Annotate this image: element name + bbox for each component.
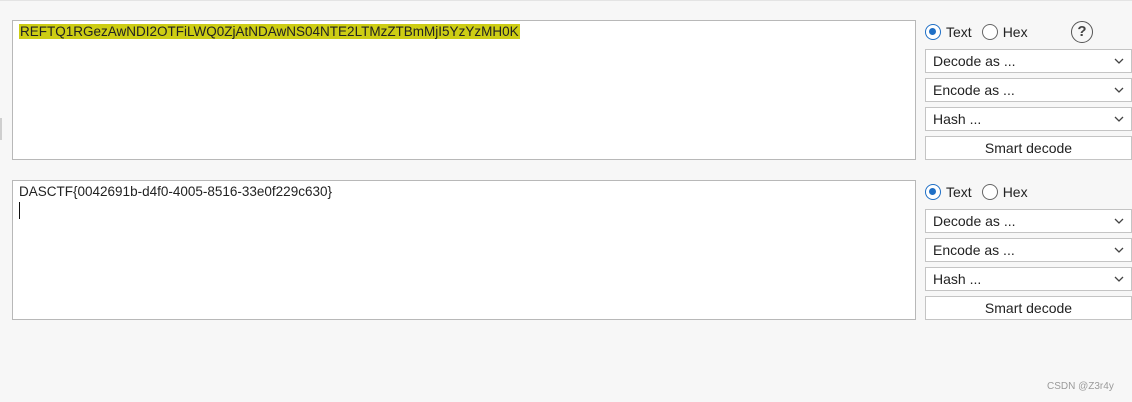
chevron-down-icon: [1114, 247, 1124, 253]
window-top-border: [0, 0, 1132, 1]
hash-label: Hash ...: [933, 271, 982, 287]
smart-decode-button[interactable]: Smart decode: [925, 296, 1132, 320]
hex-radio[interactable]: Hex: [981, 184, 1028, 200]
encode-as-label: Encode as ...: [933, 82, 1015, 98]
smart-decode-button[interactable]: Smart decode: [925, 136, 1132, 160]
decode-as-dropdown[interactable]: Decode as ...: [925, 209, 1132, 233]
chevron-down-icon: [1114, 87, 1124, 93]
encode-as-dropdown[interactable]: Encode as ...: [925, 78, 1132, 102]
text-radio-label: Text: [946, 24, 972, 40]
chevron-down-icon: [1114, 218, 1124, 224]
decoded-text: DASCTF{0042691b-d4f0-4005-8516-33e0f229c…: [19, 184, 332, 199]
text-radio[interactable]: Text: [925, 24, 972, 40]
radio-unchecked-icon: [981, 184, 998, 200]
hex-radio-label: Hex: [1002, 24, 1028, 40]
text-caret: [19, 202, 20, 219]
selected-text[interactable]: REFTQ1RGezAwNDI2OTFiLWQ0ZjAtNDAwNS04NTE2…: [19, 24, 520, 39]
text-radio[interactable]: Text: [925, 184, 972, 200]
encode-as-label: Encode as ...: [933, 242, 1015, 258]
chevron-down-icon: [1114, 276, 1124, 282]
decode-as-label: Decode as ...: [933, 53, 1016, 69]
radio-checked-icon: [925, 24, 941, 40]
radio-checked-icon: [925, 184, 941, 200]
decode-as-label: Decode as ...: [933, 213, 1016, 229]
hex-radio-label: Hex: [1002, 184, 1028, 200]
decode-as-dropdown[interactable]: Decode as ...: [925, 49, 1132, 73]
chevron-down-icon: [1114, 116, 1124, 122]
encode-as-dropdown[interactable]: Encode as ...: [925, 238, 1132, 262]
output-text-area[interactable]: DASCTF{0042691b-d4f0-4005-8516-33e0f229c…: [12, 180, 916, 320]
help-icon[interactable]: ?: [1071, 21, 1093, 43]
format-radio-group: Text Hex: [925, 182, 1038, 202]
hash-label: Hash ...: [933, 111, 982, 127]
decoder-panel-2: DASCTF{0042691b-d4f0-4005-8516-33e0f229c…: [0, 179, 1132, 321]
text-radio-label: Text: [946, 184, 972, 200]
format-radio-group: Text Hex: [925, 22, 1038, 42]
hex-radio[interactable]: Hex: [981, 24, 1028, 40]
hash-dropdown[interactable]: Hash ...: [925, 267, 1132, 291]
chevron-down-icon: [1114, 58, 1124, 64]
decoder-panel-1: REFTQ1RGezAwNDI2OTFiLWQ0ZjAtNDAwNS04NTE2…: [0, 19, 1132, 161]
watermark: CSDN @Z3r4y: [1047, 381, 1114, 392]
input-text-area[interactable]: REFTQ1RGezAwNDI2OTFiLWQ0ZjAtNDAwNS04NTE2…: [12, 20, 916, 160]
hash-dropdown[interactable]: Hash ...: [925, 107, 1132, 131]
radio-unchecked-icon: [981, 24, 998, 40]
